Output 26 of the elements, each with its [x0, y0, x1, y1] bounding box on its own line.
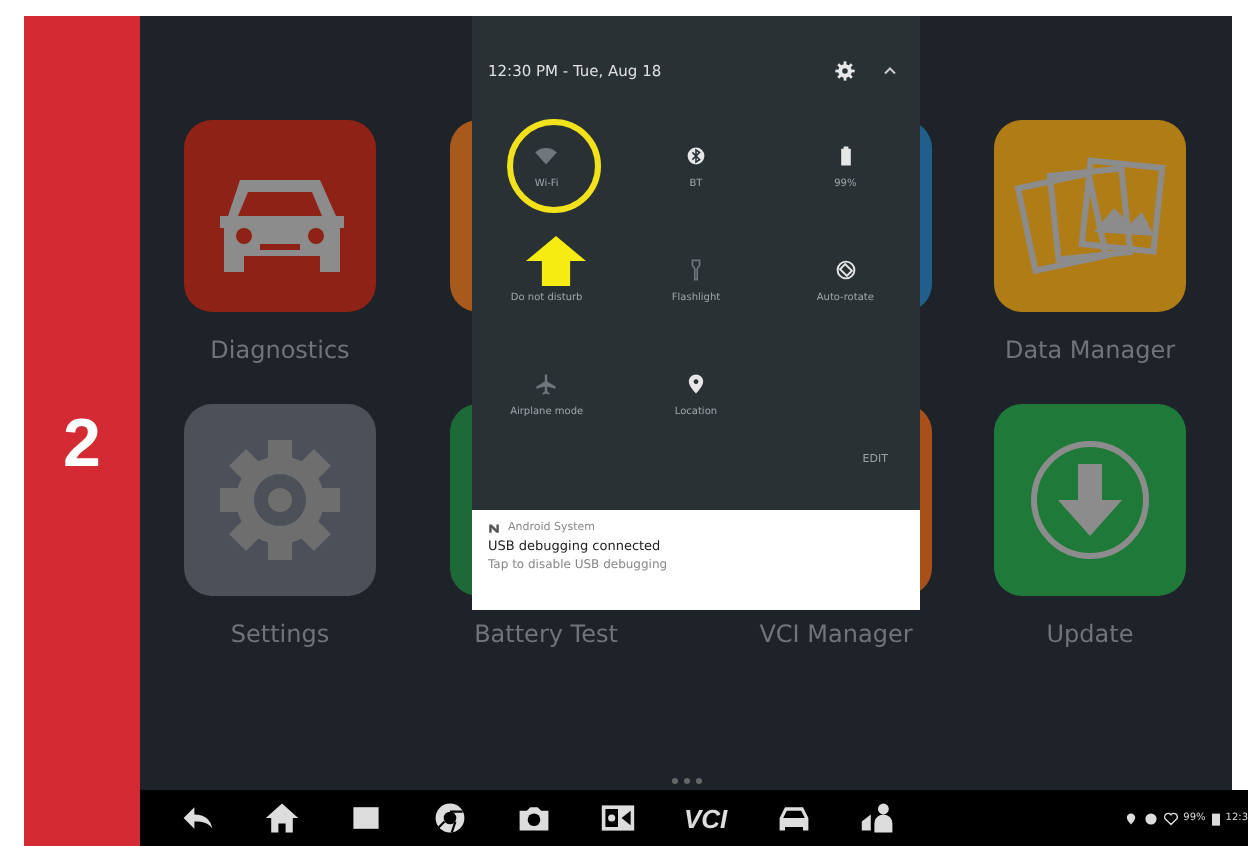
highlight-circle — [504, 116, 604, 216]
app-label: Battery Test — [474, 620, 618, 648]
remote-support-icon[interactable] — [859, 800, 896, 836]
app-label: Diagnostics — [210, 336, 350, 364]
app-label: VCI Manager — [759, 620, 913, 648]
location-icon — [1123, 811, 1138, 825]
battery-icon — [1211, 811, 1220, 825]
app-small-icon — [488, 522, 500, 534]
pointer-arrow — [526, 236, 586, 286]
location-icon[interactable] — [683, 372, 708, 396]
browser-icon[interactable] — [432, 800, 468, 836]
bt-icon[interactable] — [683, 144, 708, 168]
app-label: Data Manager — [1004, 336, 1176, 364]
screen-record-icon[interactable] — [600, 800, 636, 836]
vci-button[interactable]: VCI — [684, 803, 728, 833]
car-app-icon[interactable] — [184, 120, 376, 312]
airplane-icon[interactable] — [534, 372, 559, 396]
wifi-icon[interactable] — [534, 144, 559, 168]
home-icon[interactable] — [264, 800, 300, 836]
heart-icon — [1163, 811, 1178, 825]
step-number: 2 — [63, 406, 101, 484]
app-label: Settings — [230, 620, 330, 648]
app-label: Update — [1046, 620, 1134, 648]
settings-icon[interactable] — [834, 59, 856, 81]
page-indicator — [672, 778, 702, 784]
rotate-icon[interactable] — [833, 258, 858, 282]
